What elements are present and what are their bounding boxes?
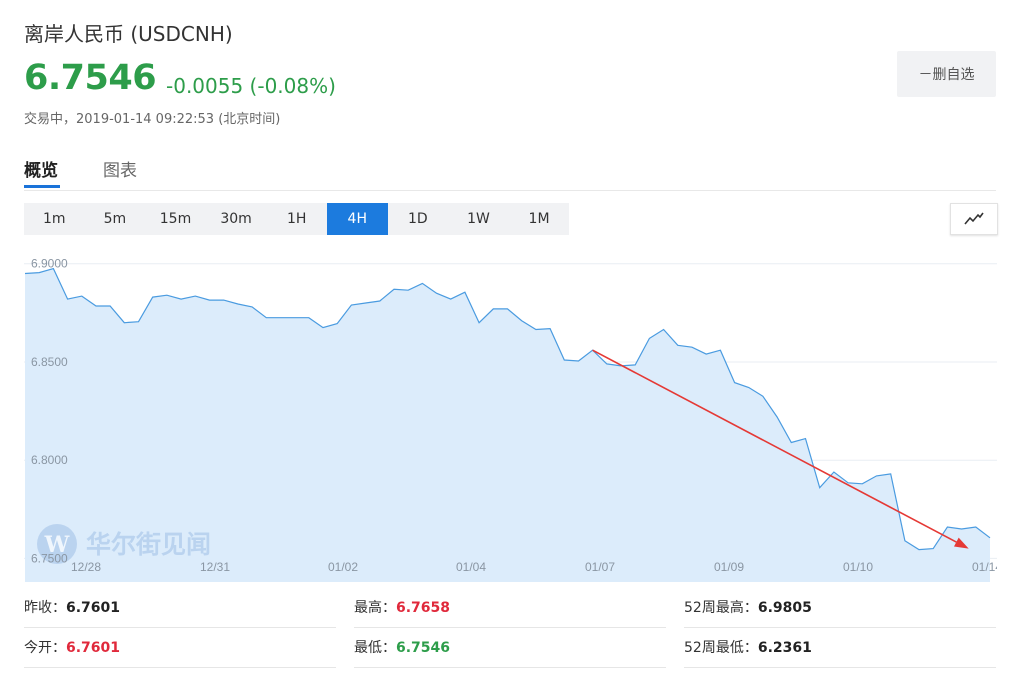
page-title: 离岸人民币 (USDCNH) <box>24 22 233 46</box>
stat-open: 今开：6.7601 <box>24 629 336 668</box>
stat-low: 最低：6.7546 <box>354 629 666 668</box>
period-1m[interactable]: 1m <box>24 203 85 235</box>
stat-high: 最高：6.7658 <box>354 589 666 628</box>
period-1d[interactable]: 1D <box>388 203 449 235</box>
period-1h[interactable]: 1H <box>266 203 327 235</box>
x-tick-label: 01/10 <box>843 560 873 574</box>
stat-prev-close: 昨收：6.7601 <box>24 589 336 628</box>
price-chart[interactable]: W 华尔街见闻 6.9000 6.8500 6.8000 6.7500 12/28 12… <box>24 248 1002 582</box>
period-5m[interactable]: 5m <box>85 203 146 235</box>
x-tick-label: 01/14 <box>972 560 997 574</box>
y-tick-label: 6.8000 <box>31 453 68 467</box>
tab-chart[interactable]: 图表 <box>103 156 137 181</box>
y-tick-label: 6.8500 <box>31 355 68 369</box>
stat-52w-high: 52周最高：6.9805 <box>684 589 996 628</box>
y-tick-label: 6.9000 <box>31 257 68 271</box>
period-15m[interactable]: 15m <box>145 203 206 235</box>
period-30m[interactable]: 30m <box>206 203 267 235</box>
period-1mo[interactable]: 1M <box>509 203 570 235</box>
current-price: 6.7546 <box>24 58 157 98</box>
trading-status: 交易中，2019-01-14 09:22:53 (北京时间) <box>24 112 281 127</box>
price-change: -0.0055 (-0.08%) <box>166 74 336 98</box>
remove-watchlist-button[interactable]: －删自选 <box>897 51 996 97</box>
x-tick-label: 12/28 <box>71 560 101 574</box>
tab-overview[interactable]: 概览 <box>24 156 58 181</box>
period-selector: 1m 5m 15m 30m 1H 4H 1D 1W 1M <box>24 203 570 235</box>
period-4h[interactable]: 4H <box>326 203 388 235</box>
y-tick-label: 6.7500 <box>31 551 68 565</box>
chart-type-button[interactable] <box>950 203 998 235</box>
x-tick-label: 12/31 <box>200 560 230 574</box>
price-chart-svg: W 华尔街见闻 6.90006.85006.80006.7500 12/28 12… <box>24 257 1002 582</box>
x-tick-label: 01/09 <box>714 560 744 574</box>
x-tick-label: 01/02 <box>328 560 358 574</box>
active-tab-indicator <box>24 185 60 188</box>
x-tick-label: 01/04 <box>456 560 486 574</box>
watermark-text: 华尔街见闻 <box>86 530 211 559</box>
period-1w[interactable]: 1W <box>448 203 509 235</box>
line-chart-icon <box>964 212 984 225</box>
stats-grid: 昨收：6.7601 最高：6.7658 52周最高：6.9805 今开：6.76… <box>24 589 996 669</box>
tab-bar: 概览 图表 <box>24 150 996 191</box>
stat-52w-low: 52周最低：6.2361 <box>684 629 996 668</box>
x-tick-label: 01/07 <box>585 560 615 574</box>
